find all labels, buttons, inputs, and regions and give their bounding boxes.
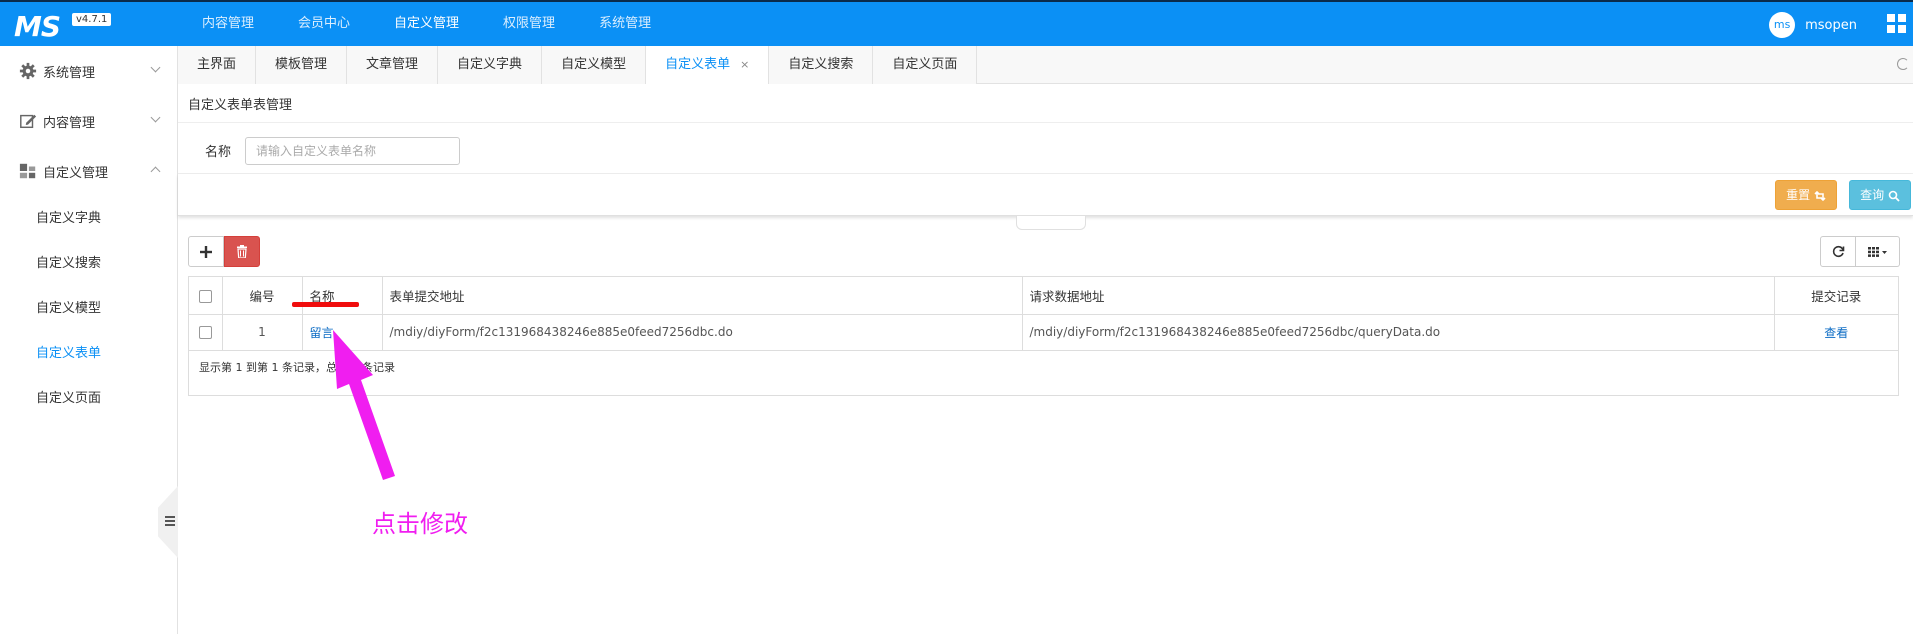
query-label: 查询 [1860,188,1885,202]
table-toolbar [188,236,260,267]
refresh-icon [1832,245,1844,258]
sidebar-item-form[interactable]: 自定义表单 [0,331,177,376]
annotation-underline [292,302,359,307]
delete-button[interactable] [224,236,260,267]
reset-button[interactable]: 重置 [1775,180,1837,210]
user-name: msopen [1805,17,1857,33]
logo: MS [14,10,61,43]
close-icon[interactable]: × [740,58,749,71]
grid-icon[interactable] [1887,14,1907,34]
row-select-cell [189,314,223,351]
columns-icon [1867,246,1887,257]
sidebar-item-search[interactable]: 自定义搜索 [0,241,177,286]
col-id[interactable]: 编号 [222,277,303,315]
version-badge: v4.7.1 [72,13,112,26]
row-id: 1 [222,314,303,351]
top-nav-system[interactable]: 系统管理 [577,2,673,46]
gear-icon [19,62,37,80]
table-row: 1 留言 /mdiy/diyForm/f2c131968438246e885e0… [189,314,1898,351]
col-records[interactable]: 提交记录 [1774,277,1898,315]
tab-page[interactable]: 自定义页面 [873,46,978,84]
tab-home[interactable]: 主界面 [178,46,257,84]
sidebar-item-model[interactable]: 自定义模型 [0,286,177,331]
sidebar-group-label: 自定义管理 [43,165,109,181]
search-actions: 重置 查询 [178,174,1913,216]
trash-icon [237,245,247,258]
query-button[interactable]: 查询 [1849,180,1911,210]
top-nav: 内容管理 会员中心 自定义管理 权限管理 系统管理 [180,2,673,46]
top-nav-custom[interactable]: 自定义管理 [372,2,481,46]
tab-model[interactable]: 自定义模型 [542,46,647,84]
blocks-icon [19,163,36,179]
chevron-up-icon [150,166,161,177]
sidebar-group-label: 内容管理 [43,115,96,131]
select-all-checkbox[interactable] [198,289,212,303]
annotation-arrow-icon [333,330,395,480]
add-button[interactable] [188,236,224,267]
sidebar-group-system[interactable]: 系统管理 [0,46,177,96]
tab-article[interactable]: 文章管理 [347,46,439,84]
search-input[interactable] [245,137,460,165]
refresh-icon[interactable] [1897,58,1909,70]
panel-toggle-notch[interactable] [1016,216,1086,230]
tab-form[interactable]: 自定义表单 × [646,46,770,84]
sidebar-group-custom[interactable]: 自定义管理 [0,146,177,196]
tab-search[interactable]: 自定义搜索 [769,46,874,84]
row-query-url: /mdiy/diyForm/f2c131968438246e885e0feed7… [1022,314,1775,351]
table-tools [1820,236,1900,267]
search-panel: 名称 [178,122,1913,174]
table-header-row: 编号 名称 表单提交地址 请求数据地址 提交记录 [189,277,1898,315]
search-label: 名称 [205,145,232,160]
row-action-cell: 查看 [1774,314,1898,351]
col-submit-url[interactable]: 表单提交地址 [382,277,1023,315]
view-records-link[interactable]: 查看 [1824,326,1848,340]
top-header: MS v4.7.1 内容管理 会员中心 自定义管理 权限管理 系统管理 ms m… [0,0,1913,46]
menu-collapse-icon [165,516,175,526]
chevron-down-icon [150,62,161,73]
top-nav-content[interactable]: 内容管理 [180,2,276,46]
select-all-cell [189,277,223,315]
main-content: 自定义表单表管理 名称 重置 查询 [178,84,1913,634]
tab-dict[interactable]: 自定义字典 [438,46,543,84]
page-title: 自定义表单表管理 [188,98,293,113]
row-checkbox[interactable] [198,326,212,339]
reset-label: 重置 [1786,188,1811,202]
sidebar-collapse-toggle[interactable] [158,486,178,558]
tab-label: 自定义表单 [665,57,731,72]
sidebar-group-label: 系统管理 [43,65,96,81]
row-submit-url: /mdiy/diyForm/f2c131968438246e885e0feed7… [382,314,1023,351]
annotation-text: 点击修改 [372,510,468,538]
data-table: 编号 名称 表单提交地址 请求数据地址 提交记录 1 留言 /mdiy/diyF… [188,276,1899,396]
tab-template[interactable]: 模板管理 [256,46,348,84]
user-menu[interactable]: ms msopen [1769,12,1857,38]
chevron-down-icon [150,112,161,123]
sidebar: 系统管理 内容管理 自定义管理 自定义字典 自定义搜索 自定义模型 自定义表单 … [0,46,178,634]
col-name[interactable]: 名称 [302,277,383,315]
top-nav-permission[interactable]: 权限管理 [481,2,577,46]
edit-icon [20,114,37,129]
plus-icon [200,245,212,258]
sidebar-item-dict[interactable]: 自定义字典 [0,196,177,241]
avatar: ms [1769,12,1796,38]
tab-bar: 主界面 模板管理 文章管理 自定义字典 自定义模型 自定义表单 × 自定义搜索 自… [178,46,1913,84]
search-icon [1888,190,1900,202]
col-query-url[interactable]: 请求数据地址 [1022,277,1775,315]
columns-toggle-button[interactable] [1856,236,1900,267]
sidebar-item-page[interactable]: 自定义页面 [0,376,177,421]
sidebar-group-content[interactable]: 内容管理 [0,96,177,146]
top-nav-member[interactable]: 会员中心 [276,2,372,46]
table-refresh-button[interactable] [1820,236,1856,267]
retweet-icon [1814,190,1826,201]
